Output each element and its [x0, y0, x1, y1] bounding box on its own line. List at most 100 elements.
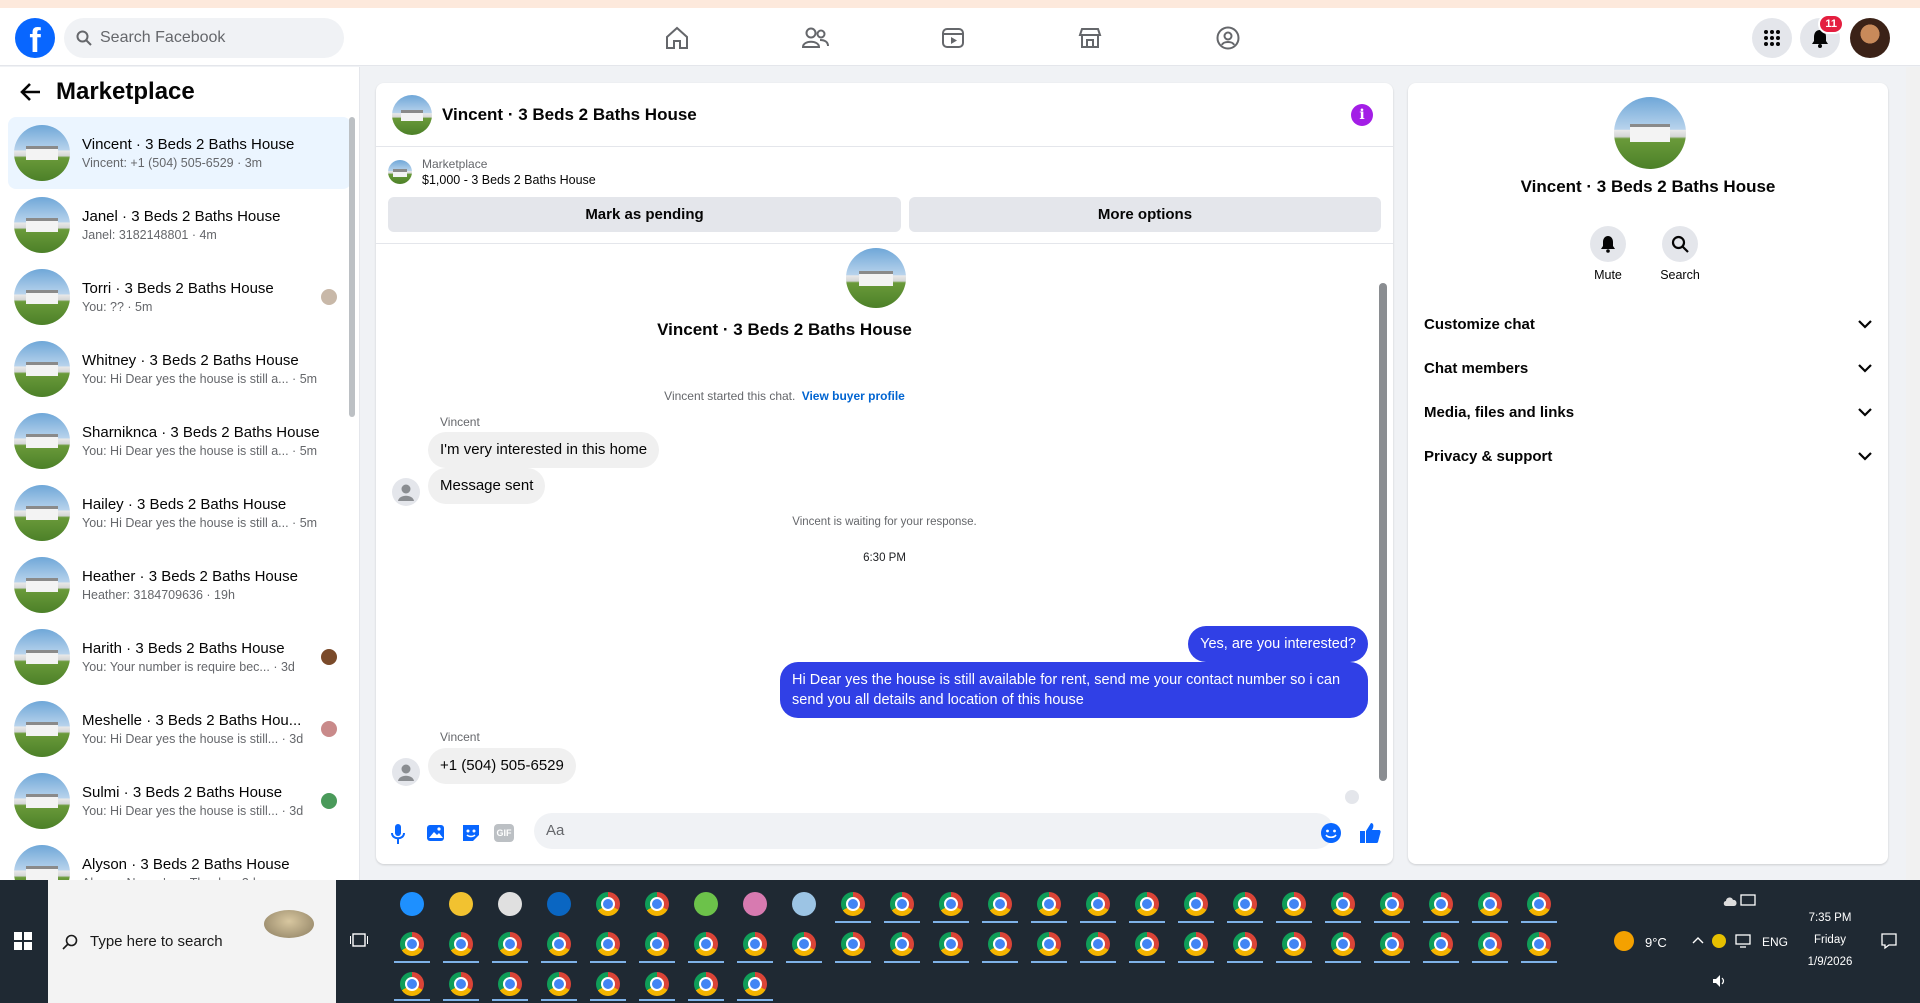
info-icon[interactable]: i [1351, 104, 1373, 126]
search-facebook-input[interactable]: Search Facebook [64, 18, 344, 58]
weather-sun-icon[interactable] [1614, 931, 1634, 951]
chrome-icon[interactable] [1184, 932, 1208, 956]
taskbar-app-icon[interactable] [449, 892, 473, 916]
network-icon[interactable] [1735, 934, 1751, 948]
chrome-icon[interactable] [1037, 932, 1061, 956]
volume-icon[interactable] [1712, 974, 1728, 988]
chrome-icon[interactable] [645, 972, 669, 996]
back-arrow-icon[interactable] [20, 82, 42, 102]
outgoing-message[interactable]: Yes, are you interested? [1188, 626, 1368, 662]
facebook-logo[interactable]: f [15, 18, 55, 58]
chrome-icon[interactable] [1282, 892, 1306, 916]
chrome-icon[interactable] [1086, 932, 1110, 956]
chrome-icon[interactable] [841, 932, 865, 956]
watch-icon[interactable] [933, 20, 973, 56]
chrome-icon[interactable] [400, 972, 424, 996]
conversation-item[interactable]: Meshelle · 3 Beds 2 Baths Hou... You: Hi … [8, 693, 351, 765]
chrome-icon[interactable] [1380, 892, 1404, 916]
chrome-icon[interactable] [1331, 892, 1355, 916]
chat-header-avatar[interactable] [392, 94, 432, 135]
contact-avatar[interactable] [1614, 97, 1686, 169]
cloud-icon[interactable] [1722, 894, 1740, 908]
microphone-icon[interactable] [390, 823, 406, 845]
friends-icon[interactable] [795, 20, 835, 56]
tray-app-icon[interactable] [1712, 934, 1726, 948]
conversation-item[interactable]: Hailey · 3 Beds 2 Baths House You: Hi Dea… [8, 477, 351, 549]
incoming-message[interactable]: +1 (504) 505-6529 [428, 748, 576, 784]
chrome-icon[interactable] [645, 932, 669, 956]
outgoing-message[interactable]: Hi Dear yes the house is still available… [780, 662, 1368, 718]
chrome-icon[interactable] [547, 972, 571, 996]
privacy-support-section[interactable]: Privacy & support [1424, 434, 1872, 478]
chrome-icon[interactable] [694, 972, 718, 996]
chrome-icon[interactable] [1037, 892, 1061, 916]
account-avatar[interactable] [1850, 18, 1890, 58]
chrome-icon[interactable] [400, 932, 424, 956]
chrome-icon[interactable] [1135, 932, 1159, 956]
conversation-list-scrollbar[interactable] [349, 117, 355, 417]
chrome-icon[interactable] [1429, 932, 1453, 956]
chrome-icon[interactable] [939, 892, 963, 916]
conversation-item[interactable]: Alyson · 3 Beds 2 Baths HouseAlyson: No … [8, 837, 351, 880]
chrome-icon[interactable] [1380, 932, 1404, 956]
clock-date[interactable]: 1/9/2026 [1798, 956, 1862, 968]
chrome-icon[interactable] [498, 932, 522, 956]
sender-avatar[interactable] [392, 478, 420, 506]
menu-button[interactable] [1752, 18, 1792, 58]
photo-icon[interactable] [424, 822, 446, 844]
taskbar-app-icon[interactable] [400, 892, 424, 916]
chrome-icon[interactable] [596, 932, 620, 956]
chat-members-section[interactable]: Chat members [1424, 346, 1872, 390]
chrome-icon[interactable] [596, 972, 620, 996]
chrome-icon[interactable] [1086, 892, 1110, 916]
conversation-item[interactable]: Harith · 3 Beds 2 Baths House You: Your n… [8, 621, 351, 693]
chrome-icon[interactable] [988, 892, 1012, 916]
chrome-icon[interactable] [1233, 932, 1257, 956]
mark-as-pending-button[interactable]: Mark as pending [388, 197, 901, 232]
display-icon[interactable] [1740, 894, 1756, 908]
conversation-item[interactable]: Whitney · 3 Beds 2 Baths House You: Hi De… [8, 333, 351, 405]
sticker-icon[interactable] [460, 822, 482, 844]
media-files-links-section[interactable]: Media, files and links [1424, 390, 1872, 434]
chrome-icon[interactable] [449, 972, 473, 996]
conversation-item[interactable]: Sharniknca · 3 Beds 2 Baths House You: Hi… [8, 405, 351, 477]
chrome-icon[interactable] [498, 972, 522, 996]
chrome-icon[interactable] [1478, 932, 1502, 956]
taskbar-app-icon[interactable] [547, 892, 571, 916]
chrome-icon[interactable] [1527, 892, 1551, 916]
sender-avatar[interactable] [392, 758, 420, 786]
chrome-icon[interactable] [743, 972, 767, 996]
conversation-item[interactable]: Vincent · 3 Beds 2 Baths House Vincent: +… [8, 117, 351, 189]
chrome-icon[interactable] [596, 892, 620, 916]
windows-start-icon[interactable] [14, 932, 32, 950]
taskbar-search-input[interactable]: Type here to search [48, 880, 336, 1003]
weather-temperature[interactable]: 9°C [1645, 935, 1667, 950]
chrome-icon[interactable] [449, 932, 473, 956]
chrome-icon[interactable] [988, 932, 1012, 956]
chrome-icon[interactable] [792, 932, 816, 956]
marketplace-listing-bar[interactable]: Marketplace $1,000 - 3 Beds 2 Baths Hous… [376, 147, 1393, 197]
chrome-icon[interactable] [547, 932, 571, 956]
gif-icon[interactable]: GIF [494, 824, 514, 842]
chrome-icon[interactable] [1135, 892, 1159, 916]
chrome-icon[interactable] [890, 892, 914, 916]
taskbar-app-icon[interactable] [694, 892, 718, 916]
task-view-icon[interactable] [350, 932, 368, 948]
chrome-icon[interactable] [645, 892, 669, 916]
home-icon[interactable] [657, 20, 697, 56]
mute-button[interactable]: Mute [1568, 226, 1648, 282]
conversation-item[interactable]: Heather · 3 Beds 2 Baths House Heather: 3… [8, 549, 351, 621]
conversation-item[interactable]: Torri · 3 Beds 2 Baths House You: ?? · 5m [8, 261, 351, 333]
chrome-icon[interactable] [890, 932, 914, 956]
message-input[interactable]: Aa [534, 813, 1334, 849]
chrome-icon[interactable] [694, 932, 718, 956]
search-in-chat-button[interactable]: Search [1640, 226, 1720, 282]
conversation-item[interactable]: Janel · 3 Beds 2 Baths House Janel: 31821… [8, 189, 351, 261]
view-buyer-profile-link[interactable]: View buyer profile [802, 389, 905, 403]
groups-icon[interactable] [1208, 20, 1248, 56]
chrome-icon[interactable] [1233, 892, 1257, 916]
chrome-icon[interactable] [1478, 892, 1502, 916]
emoji-icon[interactable] [1320, 822, 1342, 844]
taskbar-app-icon[interactable] [498, 892, 522, 916]
customize-chat-section[interactable]: Customize chat [1424, 302, 1872, 346]
